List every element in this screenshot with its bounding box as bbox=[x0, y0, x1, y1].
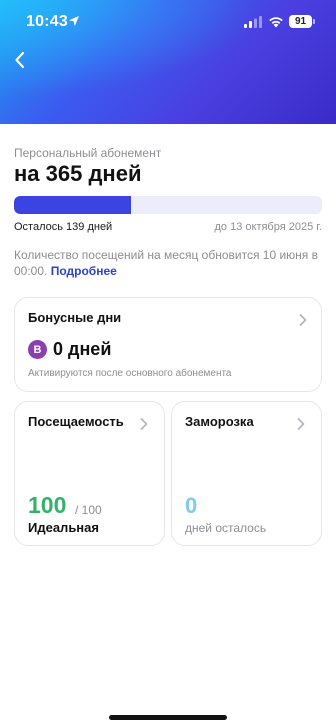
more-info-link[interactable]: Подробнее bbox=[51, 264, 117, 278]
freeze-title: Заморозка bbox=[185, 414, 254, 429]
location-arrow-icon bbox=[69, 16, 79, 26]
cellular-signal-icon bbox=[244, 16, 262, 28]
bonus-days-card[interactable]: Бонусные дни B 0 дней Активируются после… bbox=[14, 297, 322, 392]
freeze-days-label: дней осталось bbox=[185, 521, 267, 535]
back-button[interactable] bbox=[8, 46, 32, 74]
battery-tip bbox=[313, 19, 315, 24]
attendance-card[interactable]: Посещаемость 100 / 100 Идеальная bbox=[14, 401, 165, 546]
status-bar: 10:43 91 bbox=[0, 0, 336, 44]
chevron-left-icon bbox=[15, 51, 25, 69]
attendance-label: Идеальная bbox=[28, 520, 99, 535]
expiry-date: до 13 октября 2025 г. bbox=[214, 221, 323, 233]
subscription-title: на 365 дней bbox=[14, 161, 142, 186]
chevron-right-icon bbox=[140, 418, 148, 430]
status-time: 10:43 bbox=[26, 13, 68, 30]
attendance-max: / 100 bbox=[75, 503, 102, 517]
wifi-icon bbox=[269, 17, 283, 28]
days-remaining: Осталось 139 дней bbox=[14, 221, 113, 233]
battery-icon: 91 bbox=[289, 15, 312, 28]
freeze-card[interactable]: Заморозка 0 дней осталось bbox=[171, 401, 322, 546]
home-indicator bbox=[109, 715, 227, 720]
bonus-badge-icon: B bbox=[28, 340, 47, 359]
freeze-days-value: 0 bbox=[185, 493, 198, 518]
bonus-days-title: Бонусные дни bbox=[28, 310, 122, 325]
subscription-progress-bar bbox=[14, 196, 322, 214]
bonus-days-caption: Активируются после основного абонемента bbox=[28, 368, 232, 379]
subscription-progress-fill bbox=[14, 196, 132, 214]
chevron-right-icon bbox=[299, 314, 307, 326]
header-gradient: 10:43 91 bbox=[0, 0, 336, 124]
subscription-subtitle: Персональный абонемент bbox=[14, 146, 162, 160]
attendance-title: Посещаемость bbox=[28, 414, 124, 429]
chevron-right-icon bbox=[297, 418, 305, 430]
visits-refresh-note: Количество посещений на месяц обновится … bbox=[14, 247, 322, 279]
bonus-days-value: 0 дней bbox=[53, 339, 112, 359]
battery-level: 91 bbox=[294, 16, 307, 27]
attendance-value: 100 bbox=[28, 492, 67, 518]
